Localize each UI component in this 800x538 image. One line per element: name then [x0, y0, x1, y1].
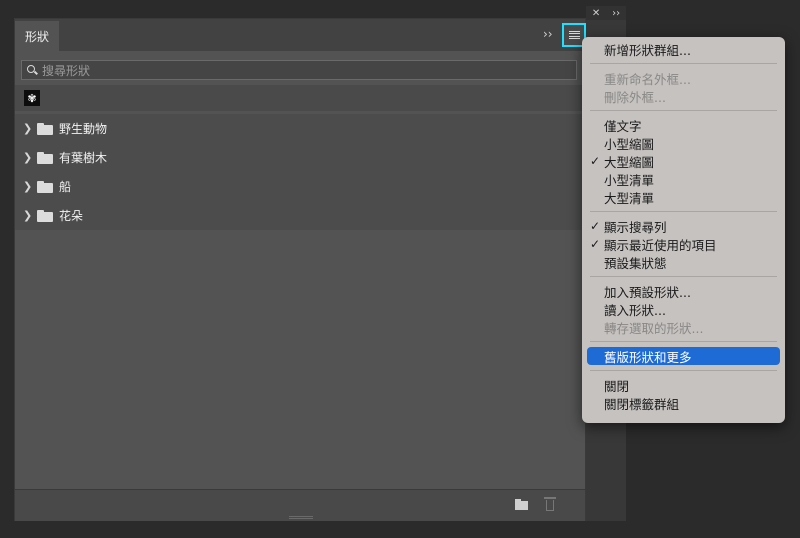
trash-icon[interactable] — [544, 497, 556, 511]
hamburger-menu-icon — [568, 30, 580, 40]
menu-separator — [590, 63, 777, 64]
menu-item[interactable]: 小型清單 — [582, 170, 785, 188]
search-icon — [22, 61, 42, 79]
checkmark-icon: ✓ — [590, 237, 601, 251]
menu-item[interactable]: 關閉 — [582, 376, 785, 394]
folder-icon — [37, 122, 53, 135]
menu-item-label: 新增形狀群組... — [604, 42, 691, 58]
list-item[interactable]: ❯ 有葉樹木 — [15, 143, 585, 172]
menu-item[interactable]: 小型縮圖 — [582, 134, 785, 152]
folder-icon — [37, 180, 53, 193]
list-item[interactable]: ❯ 野生動物 — [15, 114, 585, 143]
group-label: 船 — [59, 180, 72, 194]
menu-item-label: 舊版形狀和更多 — [604, 349, 692, 365]
menu-item[interactable]: ✓ 顯示最近使用的項目 — [582, 235, 785, 253]
recent-shapes-row: ✾ — [15, 85, 585, 111]
chevron-right-icon[interactable]: ❯ — [23, 122, 35, 135]
menu-item-label: 預設集狀態 — [604, 255, 667, 271]
chevron-right-icon[interactable]: ❯ — [23, 209, 35, 222]
collapse-panel-icon[interactable]: ›› — [543, 27, 553, 41]
menu-item[interactable]: 加入預設形狀... — [582, 282, 785, 300]
menu-item-label: 轉存選取的形狀... — [604, 320, 704, 336]
group-label: 花朵 — [59, 209, 84, 223]
checkmark-icon: ✓ — [590, 154, 601, 168]
folder-icon — [37, 209, 53, 222]
resize-grip[interactable] — [289, 516, 313, 519]
menu-item[interactable]: 大型清單 — [582, 188, 785, 206]
recent-shape-thumbnail[interactable]: ✾ — [24, 90, 40, 106]
menu-item: 轉存選取的形狀... — [582, 318, 785, 336]
menu-item-label: 大型縮圖 — [604, 154, 655, 170]
search-input[interactable]: 搜尋形狀 — [42, 62, 90, 79]
shapes-panel: 形狀 ›› 搜尋形狀 ✾ ❯ 野生動物 ❯ 有葉樹木 ❯ 船 ❯ 花朵 — [14, 18, 586, 521]
menu-item-label: 僅文字 — [604, 118, 642, 134]
menu-item-label: 小型縮圖 — [604, 136, 655, 152]
menu-separator — [590, 370, 777, 371]
menu-item[interactable]: 讀入形狀... — [582, 300, 785, 318]
menu-item[interactable]: 舊版形狀和更多 — [587, 347, 780, 365]
menu-separator — [590, 341, 777, 342]
menu-item-label: 顯示搜尋列 — [604, 219, 667, 235]
menu-item[interactable]: 關閉標籤群組 — [582, 394, 785, 412]
menu-item[interactable]: 預設集狀態 — [582, 253, 785, 271]
menu-item-label: 小型清單 — [604, 172, 655, 188]
menu-item-label: 大型清單 — [604, 190, 655, 206]
expand-dock-icon[interactable]: ›› — [612, 8, 620, 19]
chevron-right-icon[interactable]: ❯ — [23, 151, 35, 164]
close-icon[interactable]: ✕ — [592, 8, 600, 19]
menu-item[interactable]: 新增形狀群組... — [582, 40, 785, 58]
menu-item-label: 顯示最近使用的項目 — [604, 237, 717, 253]
menu-item-label: 關閉標籤群組 — [604, 396, 680, 412]
menu-separator — [590, 211, 777, 212]
dock-top-bar: ✕ ›› — [586, 6, 626, 20]
menu-item[interactable]: ✓ 顯示搜尋列 — [582, 217, 785, 235]
group-label: 野生動物 — [59, 122, 108, 136]
menu-separator — [590, 110, 777, 111]
menu-item-label: 刪除外框... — [604, 89, 666, 105]
folder-icon — [37, 151, 53, 164]
group-label: 有葉樹木 — [59, 151, 108, 165]
tab-label: 形狀 — [25, 29, 50, 44]
shape-group-list: ❯ 野生動物 ❯ 有葉樹木 ❯ 船 ❯ 花朵 — [15, 114, 585, 230]
menu-item-label: 關閉 — [604, 378, 630, 394]
ribbon-shape-icon: ✾ — [27, 91, 37, 105]
search-field[interactable]: 搜尋形狀 — [21, 60, 577, 80]
new-group-folder-icon[interactable] — [515, 499, 528, 510]
menu-item: 刪除外框... — [582, 87, 785, 105]
menu-item-label: 加入預設形狀... — [604, 284, 691, 300]
list-item[interactable]: ❯ 船 — [15, 172, 585, 201]
menu-item[interactable]: ✓ 大型縮圖 — [582, 152, 785, 170]
menu-item[interactable]: 僅文字 — [582, 116, 785, 134]
checkmark-icon: ✓ — [590, 219, 601, 233]
tab-shapes[interactable]: 形狀 — [15, 21, 59, 51]
menu-item: 重新命名外框... — [582, 69, 785, 87]
panel-header: 形狀 ›› — [15, 19, 586, 51]
panel-flyout-menu: 新增形狀群組... 重新命名外框... 刪除外框... 僅文字 小型縮圖 ✓ 大型縮圖 小型清… — [582, 37, 785, 423]
list-item[interactable]: ❯ 花朵 — [15, 201, 585, 230]
menu-item-label: 重新命名外框... — [604, 71, 691, 87]
chevron-right-icon[interactable]: ❯ — [23, 180, 35, 193]
menu-item-label: 讀入形狀... — [604, 302, 666, 318]
menu-separator — [590, 276, 777, 277]
